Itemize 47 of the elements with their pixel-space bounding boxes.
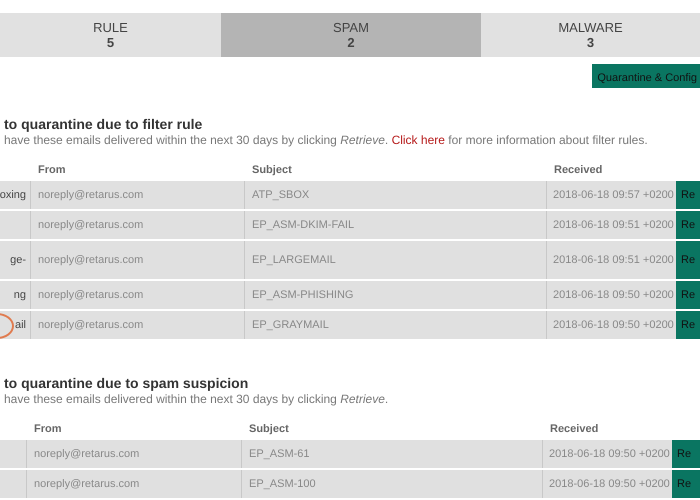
table-cell: noreply@retarus.com	[31, 281, 245, 309]
section-title: to quarantine due to filter rule	[3, 116, 204, 133]
retrieve-button[interactable]: Re	[676, 241, 700, 279]
column-header: Subject	[249, 422, 289, 435]
table-cell: noreply@retarus.com	[27, 440, 242, 468]
retrieve-button[interactable]: Re	[672, 440, 700, 468]
retrieve-button[interactable]: Re	[676, 181, 700, 209]
table-cell: EP_LARGEMAIL	[245, 241, 547, 279]
retrieve-button[interactable]: Re	[676, 281, 700, 309]
section-description: have these emails delivered within the next 30 days by clicking Retrieve.	[3, 392, 390, 407]
column-header: Received	[554, 164, 602, 176]
table-cell: noreply@retarus.com	[31, 181, 245, 209]
table-cell: EP_GRAYMAIL	[245, 311, 547, 339]
column-header: From	[34, 422, 62, 435]
retrieve-button[interactable]: Re	[676, 311, 700, 339]
table-cell: ng	[0, 281, 31, 309]
table-cell: noreply@retarus.com	[31, 211, 245, 239]
tab[interactable]: SPAM 2	[221, 13, 481, 58]
table-cell-text: 2018-06-18 09:50 +0200	[548, 476, 671, 492]
table-cell: noreply@retarus.com	[31, 241, 245, 279]
column-header: Subject	[252, 164, 292, 176]
table-cell-text: 2018-06-18 09:50 +0200	[548, 446, 671, 462]
table-cell: EP_ASM-PHISHING	[245, 281, 547, 309]
column-header: From	[38, 164, 66, 176]
tab[interactable]: RULE 5	[0, 13, 221, 58]
table-cell: EP_ASM-DKIM-FAIL	[245, 211, 547, 239]
table-cell: noreply@retarus.com	[31, 311, 245, 339]
table-cell: ge-	[0, 241, 31, 279]
table-cell: EP_ASM-61	[242, 440, 543, 468]
tab[interactable]: MALWARE 3	[481, 13, 700, 58]
table-cell-text: 2018-06-18 09:51 +0200	[552, 252, 675, 268]
config-button[interactable]: Quarantine & Config	[592, 64, 700, 88]
table-cell: oxing	[0, 181, 31, 209]
table-cell-text: 2018-06-18 09:50 +0200	[552, 318, 675, 333]
table-cell-text: 2018-06-18 09:57 +0200	[552, 188, 675, 203]
section-title: to quarantine due to spam suspicion	[3, 375, 250, 392]
retrieve-button[interactable]: Re	[672, 470, 700, 498]
table-cell: EP_ASM-100	[242, 470, 543, 498]
table-cell: ail	[0, 311, 31, 339]
section-description: have these emails delivered within the next 30 days by clicking Retrieve. Click here for more information about filter rules.	[3, 133, 649, 148]
table-cell: noreply@retarus.com	[27, 470, 242, 498]
help-link[interactable]: Click here	[392, 133, 445, 147]
retrieve-button[interactable]: Re	[676, 211, 700, 239]
table-cell-text: 2018-06-18 09:51 +0200	[552, 218, 675, 233]
table-cell-text: 2018-06-18 09:50 +0200	[552, 288, 675, 303]
table-cell: ATP_SBOX	[245, 181, 547, 209]
column-header: Received	[550, 422, 598, 435]
